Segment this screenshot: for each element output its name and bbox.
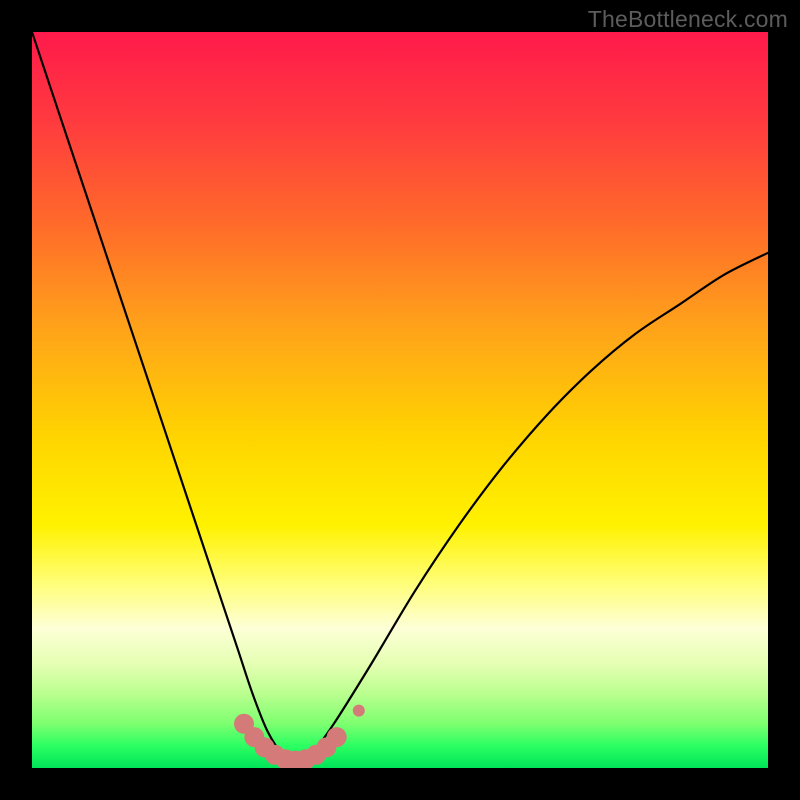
- watermark-text: TheBottleneck.com: [588, 6, 788, 33]
- bottleneck-curve: [32, 32, 768, 761]
- salmon-dot: [353, 705, 365, 717]
- salmon-dot: [327, 727, 347, 747]
- plot-area: [32, 32, 768, 768]
- salmon-dot-group: [234, 705, 365, 768]
- curve-layer: [32, 32, 768, 768]
- chart-frame: TheBottleneck.com: [0, 0, 800, 800]
